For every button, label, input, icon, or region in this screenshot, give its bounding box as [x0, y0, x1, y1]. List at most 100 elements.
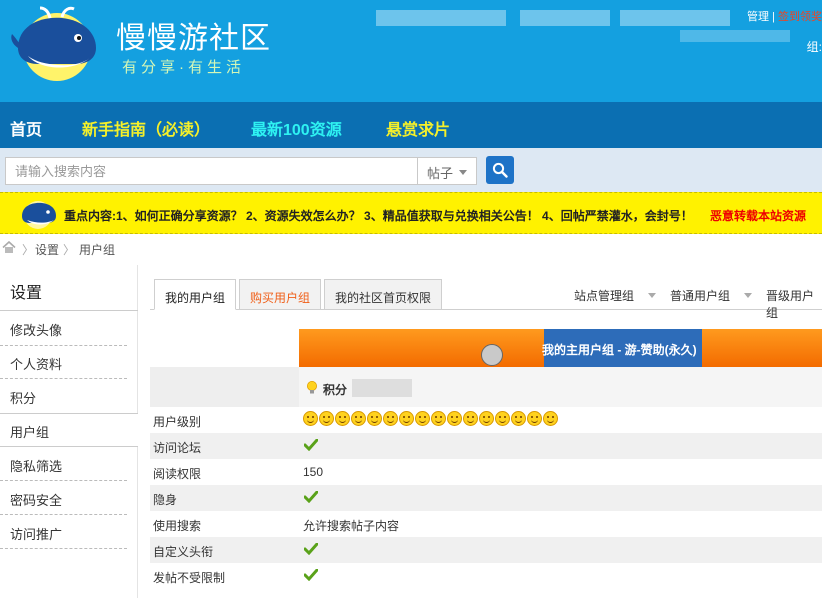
whale-mascot-icon — [22, 201, 56, 229]
smiley-face-icon — [543, 411, 558, 426]
permission-value: 允许搜索帖子内容 — [303, 519, 400, 533]
permission-label: 使用搜索 — [153, 519, 202, 533]
nav-latest[interactable]: 最新100资源 — [251, 116, 342, 140]
smiley-face-icon — [415, 411, 430, 426]
sidebar-item-promotion[interactable]: 访问推广 — [10, 524, 62, 543]
chevron-down-icon — [648, 293, 657, 298]
menu-admin-groups[interactable]: 站点管理组 — [574, 287, 657, 304]
blurred-region — [376, 10, 506, 26]
checkmark-icon — [304, 439, 318, 451]
smiley-face-icon — [399, 411, 414, 426]
blurred-region — [620, 10, 730, 26]
site-slogan: 有分享·有生活 — [122, 59, 245, 76]
smiley-face-icon — [463, 411, 478, 426]
search-icon — [492, 162, 508, 178]
permission-label: 访问论坛 — [153, 441, 202, 455]
smiley-face-icon — [495, 411, 510, 426]
smiley-face-icon — [431, 411, 446, 426]
sidebar-item-password[interactable]: 密码安全 — [10, 490, 62, 509]
announcement-warning[interactable]: 恶意转载本站资源 — [710, 209, 806, 223]
group-banner-text: 我的主用户组 - 游-赞助(永久) — [542, 343, 697, 357]
permission-label: 隐身 — [153, 493, 178, 507]
nav-guide[interactable]: 新手指南（必读） — [82, 116, 210, 140]
permission-row: 访问论坛 — [150, 433, 822, 459]
smiley-face-icon — [335, 411, 350, 426]
top-links: 管理 | 签到领奖 — [747, 8, 822, 24]
search-button[interactable] — [486, 156, 514, 184]
sidebar-item-privacy[interactable]: 隐私筛选 — [10, 456, 62, 475]
sidebar-item-usergroup[interactable]: 用户组 — [10, 422, 49, 441]
site-name[interactable]: 慢慢游社区 — [116, 13, 271, 57]
permission-label: 发帖不受限制 — [153, 571, 226, 585]
lightbulb-icon — [307, 381, 317, 394]
breadcrumb-settings[interactable]: 设置 — [35, 241, 59, 258]
breadcrumb: 〉 设置 〉 用户组 — [0, 236, 822, 260]
chevron-down-icon — [459, 170, 467, 175]
menu-normal-groups[interactable]: 普通用户组 — [670, 287, 753, 304]
smiley-face-icon — [383, 411, 398, 426]
announcement-text[interactable]: 重点内容:1、如何正确分享资源？ 2、资源失效怎么办？ 3、精品值获取与兑换相关… — [64, 207, 806, 224]
smiley-face-icon — [527, 411, 542, 426]
search-type-select[interactable]: 帖子 — [417, 157, 477, 185]
menu-normal-groups-label: 普通用户组 — [670, 289, 731, 303]
whale-logo-icon[interactable] — [10, 4, 104, 82]
smiley-face-icon — [511, 411, 526, 426]
permission-row: 发帖不受限制 — [150, 563, 822, 589]
tab-home-permissions[interactable]: 我的社区首页权限 — [324, 279, 442, 310]
cursor-indicator — [481, 344, 503, 366]
smiley-face-icon — [303, 411, 318, 426]
smiley-face-icon — [351, 411, 366, 426]
smiley-face-icon — [319, 411, 334, 426]
manage-link[interactable]: 管理 — [747, 11, 769, 23]
score-row: 积分 — [150, 367, 822, 407]
search-input[interactable] — [5, 157, 417, 185]
checkmark-icon — [304, 543, 318, 555]
permission-row: 使用搜索 允许搜索帖子内容 — [150, 511, 822, 537]
sidebar-item-avatar[interactable]: 修改头像 — [10, 320, 62, 339]
home-icon[interactable] — [2, 241, 16, 254]
user-group-label: 组: — [806, 40, 822, 54]
tab-buy-usergroup[interactable]: 购买用户组 — [239, 279, 321, 310]
announcement-bar: 重点内容:1、如何正确分享资源？ 2、资源失效怎么办？ 3、精品值获取与兑换相关… — [0, 192, 822, 234]
settings-sidebar: 设置 修改头像 个人资料 积分 用户组 隐私筛选 密码安全 访问推广 — [0, 265, 138, 598]
main-nav: 首页 新手指南（必读） 最新100资源 悬赏求片 — [0, 102, 822, 148]
sidebar-item-credits[interactable]: 积分 — [10, 388, 36, 407]
permission-row: 自定义头衔 — [150, 537, 822, 563]
checkmark-icon — [304, 569, 318, 581]
sidebar-divider — [0, 514, 127, 515]
menu-admin-groups-label: 站点管理组 — [574, 289, 635, 303]
permission-value: 150 — [303, 465, 324, 479]
permission-row: 阅读权限 150 — [150, 459, 822, 485]
breadcrumb-separator: 〉 — [22, 243, 35, 257]
permission-label: 自定义头衔 — [153, 545, 214, 559]
chevron-down-icon — [744, 293, 753, 298]
menu-upgrade-groups[interactable]: 晋级用户组 — [766, 287, 822, 321]
announcement-main[interactable]: 重点内容:1、如何正确分享资源？ 2、资源失效怎么办？ 3、精品值获取与兑换相关… — [64, 209, 693, 223]
top-link-separator: | — [772, 11, 775, 23]
sidebar-divider — [0, 548, 127, 549]
permission-row: 用户级别 — [150, 407, 822, 433]
sidebar-title: 设置 — [10, 285, 43, 302]
search-type-value: 帖子 — [427, 166, 454, 181]
site-header: 慢慢游社区 有分享·有生活 管理 | 签到领奖 组: — [0, 0, 822, 102]
smiley-face-icon — [367, 411, 382, 426]
nav-bounty[interactable]: 悬赏求片 — [386, 116, 450, 140]
nav-home[interactable]: 首页 — [10, 116, 42, 140]
user-level-icons — [303, 411, 559, 429]
search-bar: 帖子 — [0, 148, 822, 192]
checkmark-icon — [304, 491, 318, 503]
blurred-region — [520, 10, 610, 26]
main-content: 我的用户组 购买用户组 我的社区首页权限 站点管理组 普通用户组 晋级用户组 我… — [138, 265, 822, 598]
blurred-score — [352, 379, 412, 397]
tab-my-usergroup[interactable]: 我的用户组 — [154, 279, 236, 310]
permission-row: 隐身 — [150, 485, 822, 511]
checkin-link[interactable]: 签到领奖 — [778, 11, 822, 23]
sidebar-divider — [0, 378, 127, 379]
permission-label: 阅读权限 — [153, 467, 202, 481]
sidebar-divider — [0, 310, 138, 311]
breadcrumb-separator: 〉 — [63, 243, 76, 257]
menu-upgrade-groups-label: 晋级用户组 — [766, 289, 815, 320]
breadcrumb-usergroup[interactable]: 用户组 — [79, 241, 115, 258]
group-banner: 我的主用户组 - 游-赞助(永久) — [299, 329, 822, 367]
sidebar-item-profile[interactable]: 个人资料 — [10, 354, 62, 373]
